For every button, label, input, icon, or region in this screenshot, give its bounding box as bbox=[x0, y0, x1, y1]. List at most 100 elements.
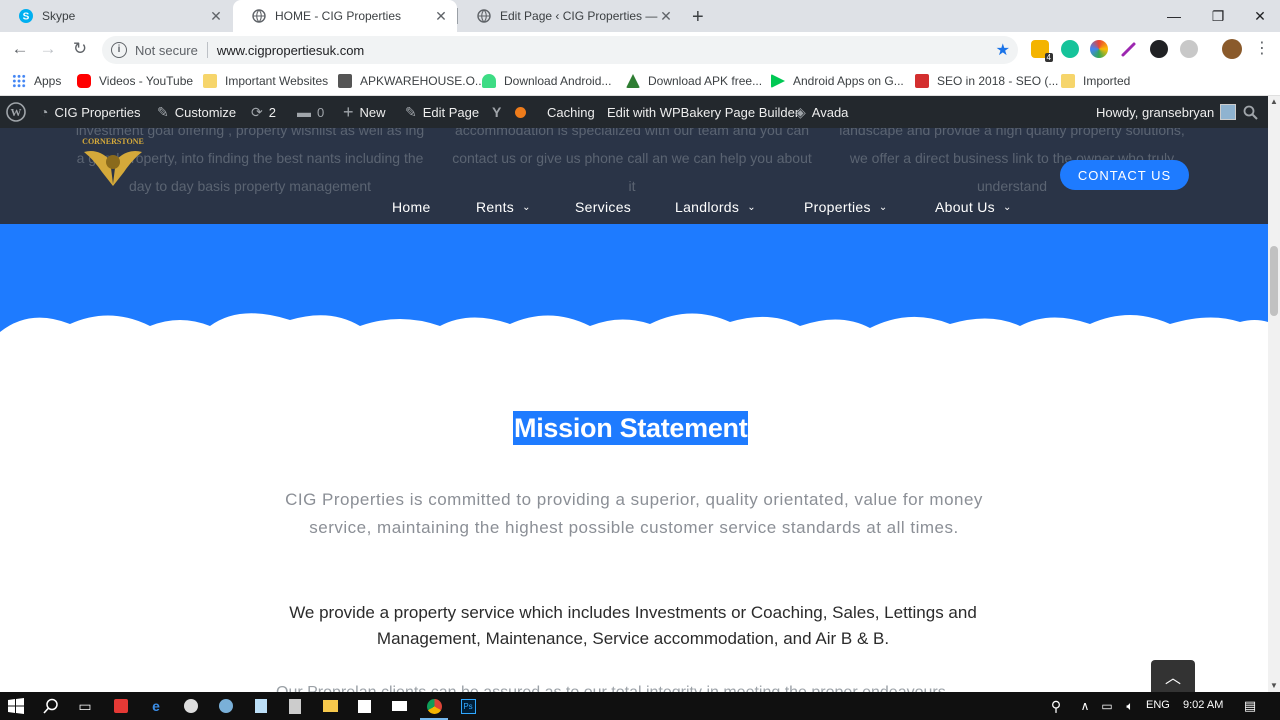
grammarly-icon[interactable] bbox=[1061, 40, 1079, 58]
comment-icon: ▬ bbox=[297, 104, 311, 120]
tab-edit-page[interactable]: Edit Page ‹ CIG Properties — Wo ✕ bbox=[458, 0, 682, 32]
tab-title: Edit Page ‹ CIG Properties — Wo bbox=[500, 9, 658, 23]
scroll-down-arrow-icon[interactable]: ▼ bbox=[1268, 680, 1280, 692]
youtube-icon bbox=[77, 74, 91, 88]
minimize-button[interactable]: — bbox=[1152, 0, 1196, 32]
photoshop-icon[interactable]: Ps bbox=[458, 696, 478, 716]
close-icon[interactable]: ✕ bbox=[433, 8, 449, 25]
info-icon[interactable]: i bbox=[111, 42, 127, 58]
wp-avada-label: Avada bbox=[811, 104, 849, 120]
app-red-icon[interactable] bbox=[111, 696, 131, 716]
wp-howdy[interactable]: Howdy, gransebryan bbox=[1096, 96, 1237, 128]
nav-about-us[interactable]: About Us ⌄ bbox=[935, 196, 1012, 218]
language-indicator[interactable]: ENG bbox=[1146, 699, 1170, 711]
bookmark-important-websites[interactable]: Important Websites bbox=[203, 72, 328, 90]
wp-site-name[interactable]: ◔ CIG Properties bbox=[40, 96, 140, 128]
nav-services[interactable]: Services bbox=[575, 196, 631, 218]
seo-status-dot bbox=[515, 106, 527, 118]
site-logo[interactable]: CORNERSTONE bbox=[78, 134, 148, 190]
people-icon[interactable]: ⚲ bbox=[1046, 696, 1066, 716]
bookmark-android-apps[interactable]: Android Apps on G... bbox=[771, 72, 904, 90]
pen-icon[interactable] bbox=[1120, 40, 1138, 58]
services-text: We provide a property service which incl… bbox=[289, 603, 977, 648]
url-text[interactable]: www.cigpropertiesuk.com bbox=[217, 43, 364, 58]
bookmark-seo[interactable]: SEO in 2018 - SEO (... bbox=[915, 72, 1058, 90]
menu-kebab-icon[interactable]: ⋮ bbox=[1251, 39, 1273, 59]
mission-title[interactable]: Mission Statement bbox=[513, 411, 749, 445]
clock[interactable]: 9:02 AM bbox=[1183, 699, 1223, 711]
nav-home[interactable]: Home bbox=[392, 196, 431, 218]
mail-icon[interactable] bbox=[389, 696, 409, 716]
network-app-icon[interactable] bbox=[216, 696, 236, 716]
volume-icon[interactable]: 🔈︎ bbox=[1120, 696, 1140, 716]
dark-extension-icon[interactable] bbox=[1150, 40, 1168, 58]
nav-rents[interactable]: Rents ⌄ bbox=[476, 196, 531, 218]
close-icon[interactable]: ✕ bbox=[208, 8, 224, 25]
notifications-icon[interactable]: ▤ bbox=[1240, 696, 1260, 716]
wp-comments-count: 0 bbox=[317, 104, 325, 120]
windows-start-icon[interactable] bbox=[6, 696, 26, 716]
bookmark-imported[interactable]: Imported bbox=[1061, 72, 1130, 90]
wp-comments[interactable]: ▬ 0 bbox=[297, 96, 324, 128]
scroll-up-arrow-icon[interactable]: ▲ bbox=[1268, 96, 1280, 108]
wp-customize-label: Customize bbox=[174, 104, 237, 120]
back-arrow-icon[interactable]: ← bbox=[9, 39, 31, 59]
color-picker-icon[interactable] bbox=[1090, 40, 1108, 58]
wp-updates-count: 2 bbox=[268, 104, 276, 120]
task-view-icon[interactable]: ▭ bbox=[75, 696, 95, 716]
plus-icon: + bbox=[343, 101, 354, 122]
search-icon[interactable] bbox=[41, 696, 61, 716]
new-tab-button[interactable]: + bbox=[692, 6, 704, 29]
search-icon[interactable] bbox=[1243, 96, 1258, 128]
wp-caching[interactable]: Caching bbox=[547, 96, 595, 128]
bookmark-star-icon[interactable]: ★ bbox=[996, 40, 1010, 60]
address-bar[interactable]: i Not secure www.cigpropertiesuk.com ★ bbox=[102, 36, 1018, 64]
scroll-thumb[interactable] bbox=[1270, 246, 1278, 316]
bookmark-youtube[interactable]: Videos - YouTube bbox=[77, 72, 193, 90]
nav-label: Rents bbox=[476, 199, 515, 215]
chrome-icon[interactable] bbox=[424, 696, 444, 716]
paint-icon[interactable] bbox=[181, 696, 201, 716]
chevron-up-icon[interactable]: ∧ bbox=[1075, 696, 1095, 716]
wp-new[interactable]: + New bbox=[343, 96, 386, 128]
tab-skype[interactable]: S Skype ✕ bbox=[0, 0, 232, 32]
calculator-icon[interactable] bbox=[285, 696, 305, 716]
bookmark-label: Important Websites bbox=[225, 74, 329, 88]
folder-icon bbox=[203, 74, 217, 88]
notes-icon[interactable] bbox=[251, 696, 271, 716]
wp-updates[interactable]: ⟳ 2 bbox=[251, 96, 276, 128]
bookmark-download-apk[interactable]: Download APK free... bbox=[626, 72, 762, 90]
file-explorer-icon[interactable] bbox=[320, 696, 340, 716]
profile-avatar[interactable] bbox=[1222, 39, 1242, 59]
wp-customize[interactable]: ✎ Customize bbox=[157, 96, 236, 128]
wp-edit-page[interactable]: ✎ Edit Page bbox=[405, 96, 479, 128]
scrollbar[interactable]: ▲ ▼ bbox=[1268, 96, 1280, 692]
extension-icon[interactable]: 4 bbox=[1031, 40, 1053, 62]
nav-landlords[interactable]: Landlords ⌄ bbox=[675, 196, 756, 218]
close-icon[interactable]: ✕ bbox=[658, 8, 674, 25]
extension-badge: 4 bbox=[1044, 53, 1053, 62]
store-icon[interactable] bbox=[354, 696, 374, 716]
nav-properties[interactable]: Properties ⌄ bbox=[804, 196, 888, 218]
network-icon[interactable]: ▭ bbox=[1097, 696, 1117, 716]
yoast-icon[interactable]: Y bbox=[492, 96, 527, 128]
wp-site-name-label: CIG Properties bbox=[54, 104, 141, 120]
bookmark-label: SEO in 2018 - SEO (... bbox=[937, 74, 1059, 88]
power-extension-icon[interactable] bbox=[1180, 40, 1198, 58]
forward-arrow-icon[interactable]: → bbox=[37, 39, 59, 59]
bookmark-apkwarehouse[interactable]: APKWAREHOUSE.O... bbox=[338, 72, 485, 90]
wp-wpbakery[interactable]: Edit with WPBakery Page Builder bbox=[607, 96, 799, 128]
restore-button[interactable]: ❐ bbox=[1196, 0, 1240, 32]
bookmark-apps[interactable]: Apps bbox=[12, 72, 61, 90]
contact-us-button[interactable]: CONTACT US bbox=[1060, 160, 1189, 190]
bookmark-label: Apps bbox=[34, 74, 62, 88]
bookmark-download-android[interactable]: Download Android... bbox=[482, 72, 611, 90]
apk-icon bbox=[626, 74, 640, 88]
wp-avada[interactable]: ◈ Avada bbox=[795, 96, 848, 128]
reload-icon[interactable]: ↻ bbox=[69, 39, 91, 59]
edge-icon[interactable]: e bbox=[146, 696, 166, 716]
scroll-to-top-button[interactable]: ︿ bbox=[1151, 660, 1195, 692]
tab-home-cig[interactable]: HOME - CIG Properties ✕ bbox=[233, 0, 457, 32]
close-window-button[interactable]: ✕ bbox=[1238, 0, 1280, 32]
wordpress-logo-icon[interactable]: W bbox=[6, 96, 26, 128]
